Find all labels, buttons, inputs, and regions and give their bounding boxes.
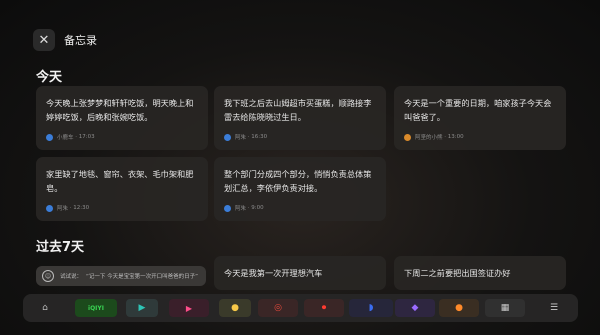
layout-toggle-icon[interactable]: ☰ — [545, 299, 563, 317]
memo-text: 今天是一个重要的日期，咱家孩子今天会叫爸爸了。 — [404, 98, 552, 122]
voice-hint-prefix: 试试说： — [60, 274, 83, 280]
purple-app-icon[interactable]: ◆ — [395, 299, 435, 317]
section-title-past-7-days: 过去7天 — [36, 240, 85, 255]
memo-card[interactable]: 今天晚上张梦梦和轩轩吃饭，明天晚上和婷婷吃饭，后晚和张婉吃饭。 小鹿车 · 17… — [36, 86, 208, 150]
cap-app-icon[interactable]: ◗ — [349, 299, 393, 317]
orange-face-app-icon[interactable]: ● — [439, 299, 479, 317]
assistant-icon: ☺ — [42, 270, 54, 282]
avatar — [404, 133, 411, 141]
memo-meta: 阿朱 · 16:30 — [224, 133, 267, 141]
memo-time: 13:00 — [447, 134, 464, 140]
avatar — [46, 133, 53, 141]
memo-text: 今天是我第一次开理想汽车 — [224, 268, 323, 278]
memo-time: 16:30 — [251, 134, 268, 140]
memo-card[interactable]: 我下班之后去山姆超市买蛋糕，顺路接李雷去给陈晓晓过生日。 阿朱 · 16:30 — [214, 86, 386, 150]
memo-author: 阿朱 — [235, 135, 247, 141]
header: ✕ 备忘录 — [33, 28, 97, 52]
record-app-icon[interactable]: ⏺ — [304, 299, 344, 317]
voice-hint-text: “记一下 今天是宝宝第一次开口叫爸爸的日子” — [86, 274, 198, 280]
grid-app-icon[interactable]: ▦ — [485, 299, 525, 317]
memo-text: 家里缺了地毯、窗帘、衣架、毛巾架和肥皂。 — [46, 169, 194, 193]
memo-card[interactable]: 今天是一个重要的日期，咱家孩子今天会叫爸爸了。 阿坚的小熊 · 13:00 — [394, 86, 566, 150]
page-title: 备忘录 — [64, 34, 97, 47]
memo-card[interactable]: 家里缺了地毯、窗帘、衣架、毛巾架和肥皂。 阿朱 · 12:30 — [36, 157, 208, 221]
memo-author: 阿朱 — [57, 206, 69, 212]
avatar — [224, 204, 231, 212]
memo-text: 我下班之后去山姆超市买蛋糕，顺路接李雷去给陈晓晓过生日。 — [224, 98, 372, 122]
close-icon: ✕ — [38, 32, 50, 48]
memo-author: 小鹿车 — [57, 135, 74, 141]
memo-card[interactable]: 今天是我第一次开理想汽车 — [214, 256, 386, 290]
memo-author: 阿朱 — [235, 206, 247, 212]
memo-meta: 阿朱 · 9:00 — [224, 204, 264, 212]
section-title-today: 今天 — [36, 70, 63, 85]
play-store-icon[interactable]: ▶ — [126, 299, 158, 317]
avatar — [224, 133, 231, 141]
memo-card[interactable]: 整个部门分成四个部分，悄悄负责总体策划汇总，李依伊负责对接。 阿朱 · 9:00 — [214, 157, 386, 221]
voice-hint[interactable]: ☺ 试试说： “记一下 今天是宝宝第一次开口叫爸爸的日子” — [36, 266, 206, 286]
smiley-app-icon[interactable]: ● — [219, 299, 251, 317]
memo-meta: 小鹿车 · 17:03 — [46, 133, 95, 141]
memo-meta: 阿坚的小熊 · 13:00 — [404, 133, 464, 141]
close-button[interactable]: ✕ — [33, 29, 55, 51]
memo-text: 今天晚上张梦梦和轩轩吃饭，明天晚上和婷婷吃饭，后晚和张婉吃饭。 — [46, 98, 194, 122]
memo-text: 下周二之前要把出国签证办好 — [404, 268, 511, 278]
memo-time: 17:03 — [78, 134, 95, 140]
memo-text: 整个部门分成四个部分，悄悄负责总体策划汇总，李依伊负责对接。 — [224, 169, 372, 193]
memo-meta: 阿朱 · 12:30 — [46, 204, 89, 212]
target-app-icon[interactable]: ◎ — [258, 299, 298, 317]
iqiyi-label: iQIYI — [88, 304, 104, 312]
avatar — [46, 204, 53, 212]
home-icon[interactable]: ⌂ — [37, 299, 53, 317]
memo-time: 12:30 — [73, 205, 90, 211]
app-dock: ⌂ iQIYI ▶ ▶ ● ◎ ⏺ ◗ ◆ ● ▦ ☰ — [23, 294, 578, 322]
video-app-icon[interactable]: ▶ — [169, 299, 209, 317]
memo-author: 阿坚的小熊 — [415, 135, 443, 141]
iqiyi-icon[interactable]: iQIYI — [75, 299, 117, 317]
memo-card[interactable]: 下周二之前要把出国签证办好 — [394, 256, 566, 290]
memo-time: 9:00 — [251, 205, 264, 211]
